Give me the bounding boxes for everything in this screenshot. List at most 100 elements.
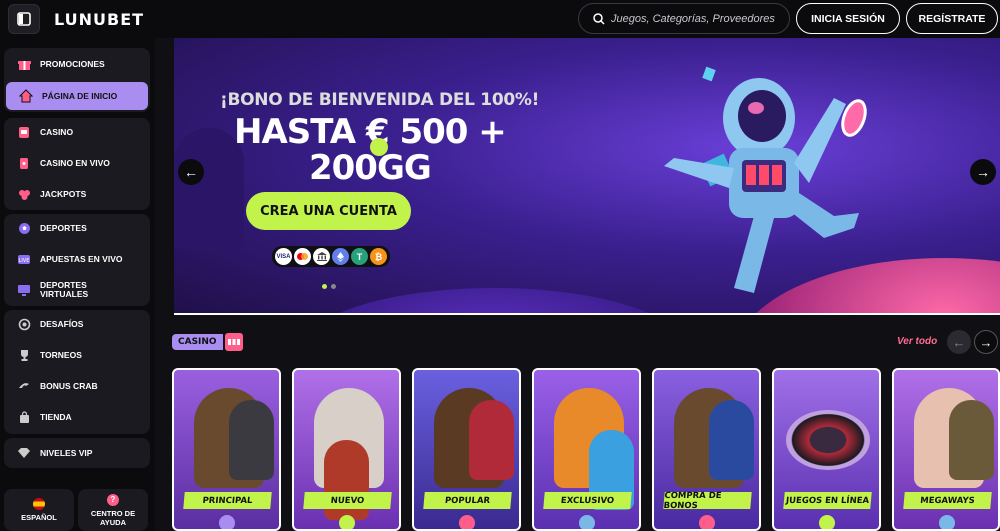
slot-machine-icon (16, 124, 32, 140)
bank-icon (313, 248, 330, 265)
arrow-left-icon: ← (952, 334, 966, 350)
banner-subtitle: ¡BONO DE BIENVENIDA DEL 100%! (220, 90, 540, 110)
sidebar-item-label: DEPORTES (40, 222, 87, 233)
search-icon (593, 12, 605, 25)
astronaut-illustration (664, 66, 867, 293)
gift-icon (699, 515, 715, 529)
language-label: ESPAÑOL (21, 513, 57, 522)
sidebar-item-label: CASINO (40, 126, 74, 137)
sidebar-item-label: PROMOCIONES (40, 58, 105, 69)
language-selector[interactable]: ESPAÑOL (4, 489, 74, 531)
sidebar-item-casino[interactable]: CASINO (4, 118, 150, 146)
card-artwork (469, 400, 514, 480)
smiley-coin-icon (370, 138, 388, 156)
lightning-icon (339, 515, 355, 529)
view-all-link[interactable]: Ver todo (897, 336, 937, 347)
category-card-juegos-en-linea[interactable]: JUEGOS EN LÍNEA (772, 368, 881, 531)
casino-next-button[interactable]: → (974, 330, 998, 354)
category-card-nuevo[interactable]: NUEVO (292, 368, 401, 531)
card-artwork (709, 400, 754, 480)
card-label: NUEVO (303, 492, 392, 509)
sidebar-group-main: PROMOCIONES PÁGINA DE INICIO (4, 48, 150, 112)
sidebar-item-niveles-vip[interactable]: NIVELES VIP (4, 439, 150, 467)
top-bar: LUNUBET INICIA SESIÓN REGÍSTRATE (0, 0, 1000, 38)
promo-banner[interactable]: ¡BONO DE BIENVENIDA DEL 100%! HASTA € 50… (174, 38, 1000, 315)
help-center-button[interactable]: ? CENTRO DE AYUDA (78, 489, 148, 531)
banner-prev-button[interactable]: ← (178, 159, 204, 185)
sidebar-item-label: TORNEOS (40, 349, 82, 360)
tether-icon: T (351, 248, 368, 265)
card-artwork (229, 400, 274, 480)
category-card-exclusivo[interactable]: EXCLUSIVO (532, 368, 641, 531)
cards-icon (16, 155, 32, 171)
arrow-right-icon: → (976, 164, 990, 180)
category-card-compra-de-bonos[interactable]: COMPRA DE BONOS (652, 368, 761, 531)
sidebar-item-promociones[interactable]: PROMOCIONES (4, 50, 150, 78)
soccer-ball-icon (16, 220, 32, 236)
sidebar-item-label: DEPORTES VIRTUALES (40, 280, 89, 299)
casino-prev-button[interactable]: ← (947, 330, 971, 354)
help-icon: ? (107, 493, 119, 506)
sidebar-item-tienda[interactable]: TIENDA (4, 403, 150, 431)
diamond-icon (579, 515, 595, 529)
slot-machine-icon (222, 331, 245, 353)
carousel-dot-active[interactable] (322, 284, 327, 289)
casino-section-title: CASINO (172, 331, 245, 353)
arrow-left-icon: ← (184, 164, 198, 180)
payment-methods: VISA T ₿ (272, 246, 390, 267)
sidebar-toggle-icon (17, 12, 31, 26)
spain-flag-icon (33, 498, 45, 510)
sidebar-item-label: DESAFÍOS (40, 318, 84, 329)
diamond-icon (16, 445, 32, 461)
sidebar-item-jackpots[interactable]: JACKPOTS (4, 180, 150, 208)
category-card-principal[interactable]: PRINCIPAL (172, 368, 281, 531)
help-label: CENTRO DE AYUDA (90, 508, 136, 527)
section-title-label: CASINO (172, 334, 223, 350)
sidebar-item-torneos[interactable]: TORNEOS (4, 341, 150, 369)
target-icon (16, 316, 32, 332)
sidebar-item-casino-en-vivo[interactable]: CASINO EN VIVO (4, 149, 150, 177)
category-card-megaways[interactable]: MEGAWAYS (892, 368, 1000, 531)
card-label: MEGAWAYS (903, 492, 992, 509)
trophy-icon (16, 347, 32, 363)
category-card-popular[interactable]: POPULAR (412, 368, 521, 531)
login-button[interactable]: INICIA SESIÓN (796, 3, 900, 34)
sidebar-item-desafios[interactable]: DESAFÍOS (4, 310, 150, 338)
card-label: EXCLUSIVO (543, 492, 632, 509)
visa-icon: VISA (275, 248, 292, 265)
create-account-button[interactable]: CREA UNA CUENTA (246, 192, 411, 230)
sidebar-item-label: CASINO EN VIVO (40, 157, 110, 168)
coin-icon (819, 515, 835, 529)
category-badge-icon (219, 515, 235, 529)
banner-next-button[interactable]: → (970, 159, 996, 185)
carousel-dot[interactable] (331, 284, 336, 289)
brand-logo[interactable]: LUNUBET (54, 10, 144, 29)
clover-icon (16, 186, 32, 202)
sidebar-group-casino: CASINO CASINO EN VIVO JACKPOTS (4, 118, 150, 210)
sidebar-item-home[interactable]: PÁGINA DE INICIO (6, 82, 148, 110)
search-input[interactable] (611, 12, 781, 25)
search-bar[interactable] (578, 3, 790, 34)
sidebar-item-label: NIVELES VIP (40, 447, 93, 458)
bitcoin-icon: ₿ (370, 248, 387, 265)
home-icon (18, 88, 34, 104)
sidebar-item-apuestas-en-vivo[interactable]: LIVE APUESTAS EN VIVO (4, 245, 150, 273)
sidebar-item-label: TIENDA (40, 411, 72, 422)
sidebar-item-deportes[interactable]: DEPORTES (4, 214, 150, 242)
mastercard-icon (294, 248, 311, 265)
crown-icon (939, 515, 955, 529)
sidebar-toggle-button[interactable] (8, 4, 40, 34)
sidebar-item-label: BONUS CRAB (40, 380, 98, 391)
bag-icon (16, 409, 32, 425)
card-label: COMPRA DE BONOS (663, 491, 752, 511)
sidebar-item-label: JACKPOTS (40, 188, 87, 199)
monitor-icon (16, 282, 32, 298)
register-button[interactable]: REGÍSTRATE (906, 3, 998, 34)
sidebar-item-deportes-virtuales[interactable]: DEPORTES VIRTUALES (4, 276, 150, 304)
arrow-right-icon: → (979, 334, 993, 350)
card-label: PRINCIPAL (183, 492, 272, 509)
sidebar-item-bonus-crab[interactable]: BONUS CRAB (4, 372, 150, 400)
card-label: JUEGOS EN LÍNEA (783, 492, 872, 509)
star-icon (459, 515, 475, 529)
sidebar-item-label: APUESTAS EN VIVO (40, 253, 123, 264)
